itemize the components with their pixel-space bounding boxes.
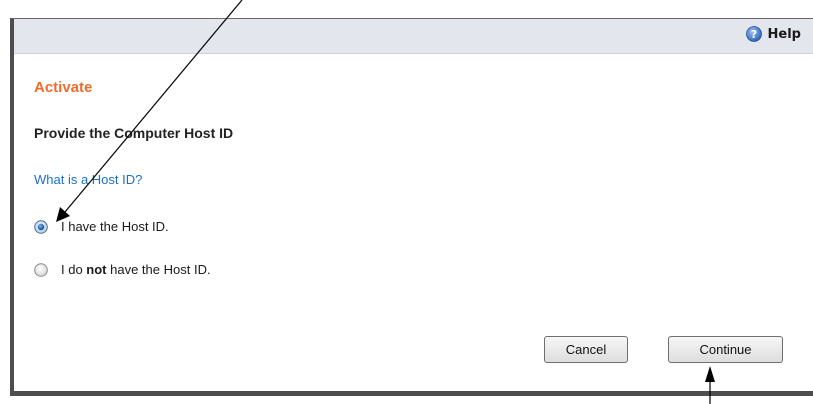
radio-unselected[interactable] (34, 262, 48, 277)
svg-text:?: ? (750, 28, 756, 41)
help-label: Help (767, 26, 801, 42)
radio-selected[interactable] (34, 219, 48, 234)
help-button[interactable]: ? Help (745, 26, 801, 42)
option-no-host-id[interactable]: I do not have the Host ID. (34, 262, 211, 277)
dialog-frame: ? Help Activate Provide the Computer Hos… (10, 18, 813, 396)
option-have-host-id-label: I have the Host ID. (61, 219, 169, 234)
option-no-host-id-label: I do not have the Host ID. (61, 262, 211, 277)
page-heading: Provide the Computer Host ID (34, 125, 234, 141)
cancel-button[interactable]: Cancel (544, 336, 628, 363)
section-title: Activate (34, 79, 93, 96)
top-toolbar: ? Help (14, 19, 813, 54)
help-circle-icon: ? (745, 26, 762, 42)
option-have-host-id[interactable]: I have the Host ID. (34, 219, 169, 234)
emphasis-not: not (86, 262, 107, 277)
what-is-host-id-link[interactable]: What is a Host ID? (34, 172, 142, 187)
continue-button[interactable]: Continue (668, 336, 783, 363)
